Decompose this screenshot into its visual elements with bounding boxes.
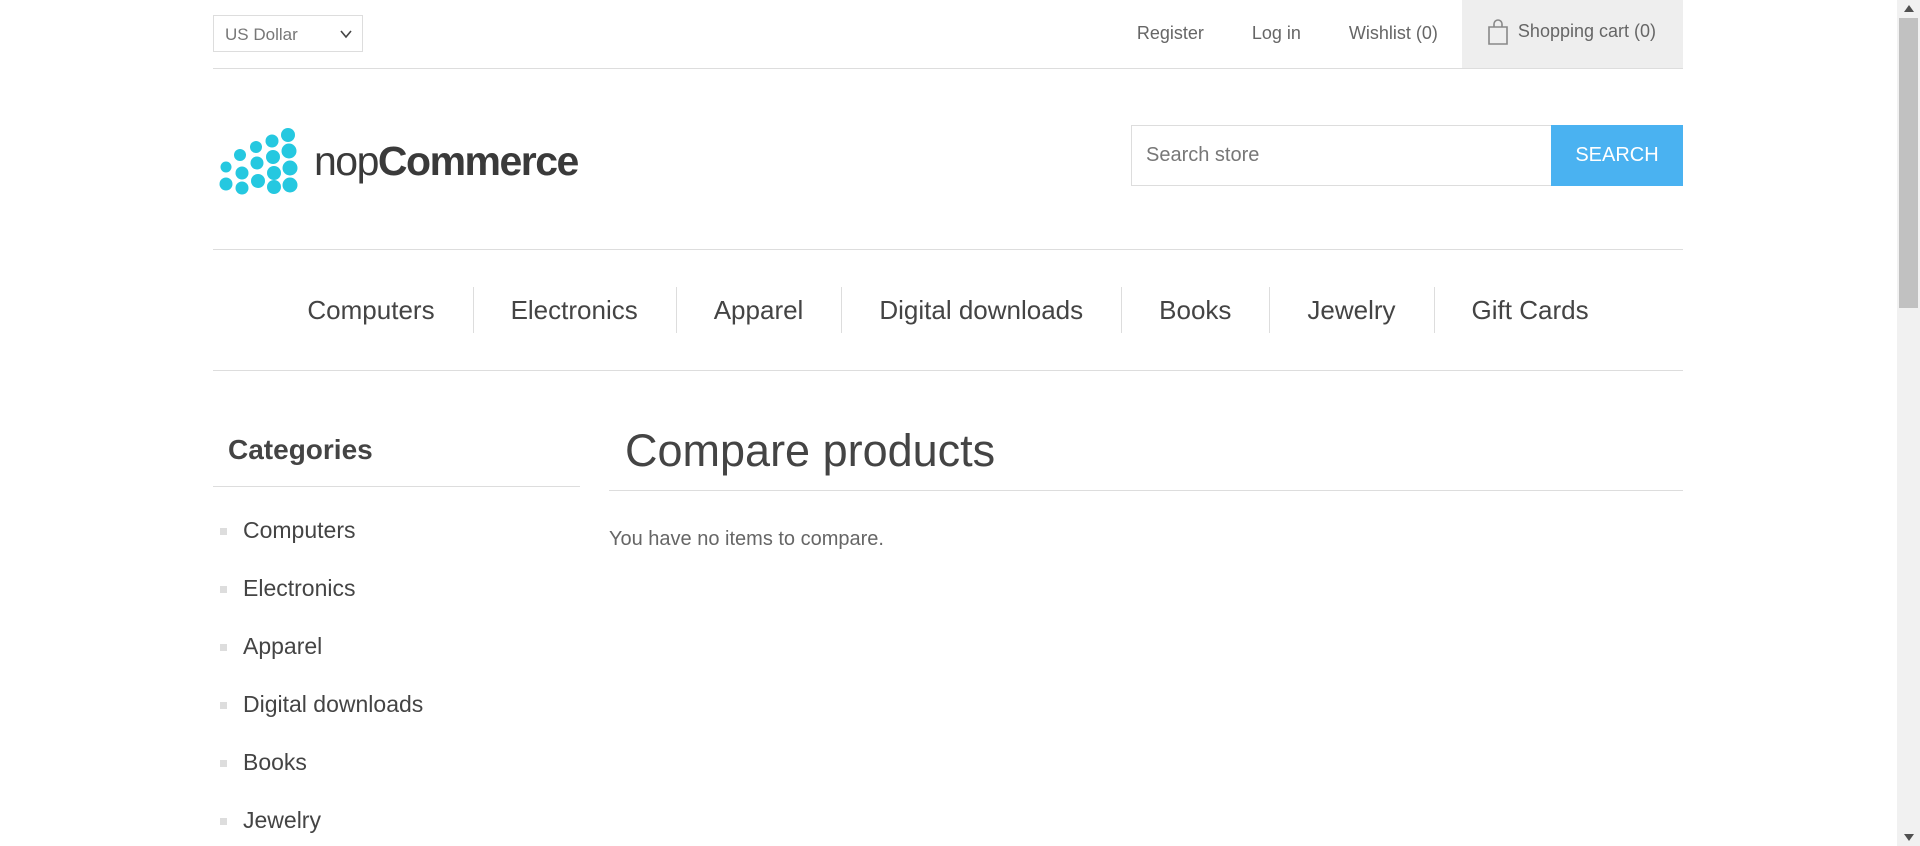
sidebar-item-digital-downloads[interactable]: Digital downloads xyxy=(213,681,580,739)
top-menu-item-gift-cards[interactable]: Gift Cards xyxy=(1433,287,1627,333)
logo-text-bold: Commerce xyxy=(377,137,579,184)
header-links-bar: US Dollar Register Log in Wishlist (0) S… xyxy=(213,0,1683,69)
header-lower: nopCommerce SEARCH xyxy=(213,69,1683,249)
chevron-down-icon xyxy=(340,30,352,39)
sidebar-item-label: Jewelry xyxy=(243,807,321,833)
top-menu-item-apparel[interactable]: Apparel xyxy=(675,287,842,333)
sidebar-item-label: Electronics xyxy=(243,575,356,601)
top-menu: Computers Electronics Apparel Digital do… xyxy=(213,249,1683,371)
top-menu-item-books[interactable]: Books xyxy=(1121,287,1269,333)
logo-text-light: nop xyxy=(314,137,379,184)
register-link[interactable]: Register xyxy=(1113,0,1228,68)
top-menu-item-computers[interactable]: Computers xyxy=(269,287,472,333)
sidebar-item-label: Apparel xyxy=(243,633,323,659)
top-menu-item-jewelry[interactable]: Jewelry xyxy=(1269,287,1433,333)
sidebar-item-label: Digital downloads xyxy=(243,691,424,717)
vertical-scrollbar[interactable] xyxy=(1897,0,1920,846)
currency-selected-value: US Dollar xyxy=(225,25,298,44)
main-content: Compare products You have no items to co… xyxy=(609,420,1683,551)
master-wrapper: US Dollar Register Log in Wishlist (0) S… xyxy=(213,0,1683,833)
search-input[interactable] xyxy=(1131,125,1551,186)
sidebar-item-computers[interactable]: Computers xyxy=(213,507,580,565)
top-menu-item-digital-downloads[interactable]: Digital downloads xyxy=(841,287,1121,333)
login-link[interactable]: Log in xyxy=(1228,0,1325,68)
sidebar-categories: Categories Computers Electronics Apparel… xyxy=(213,420,580,846)
store-logo[interactable]: nopCommerce xyxy=(216,126,596,196)
empty-compare-message: You have no items to compare. xyxy=(609,528,884,550)
scroll-up-arrow-icon[interactable] xyxy=(1897,0,1920,17)
top-menu-item-electronics[interactable]: Electronics xyxy=(472,287,676,333)
sidebar-item-apparel[interactable]: Apparel xyxy=(213,623,580,681)
sidebar-item-electronics[interactable]: Electronics xyxy=(213,565,580,623)
currency-selector[interactable]: US Dollar xyxy=(213,15,363,52)
bullet-icon xyxy=(220,702,227,709)
header-links: Register Log in Wishlist (0) Shopping ca… xyxy=(1113,0,1683,68)
category-list: Computers Electronics Apparel Digital do… xyxy=(213,487,580,846)
search-box: SEARCH xyxy=(1131,125,1683,186)
logo-dots-icon xyxy=(219,128,298,195)
logo-wordmark: nopCommerce xyxy=(314,137,579,185)
page-title: Compare products xyxy=(609,420,1683,491)
bullet-icon xyxy=(220,528,227,535)
scroll-down-arrow-icon[interactable] xyxy=(1897,829,1920,846)
wishlist-link[interactable]: Wishlist (0) xyxy=(1325,0,1462,68)
bullet-icon xyxy=(220,760,227,767)
shopping-cart-label: Shopping cart (0) xyxy=(1517,21,1656,41)
sidebar-item-label: Books xyxy=(243,749,307,775)
sidebar-title: Categories xyxy=(213,420,580,487)
sidebar-item-label: Computers xyxy=(243,517,356,543)
sidebar-item-books[interactable]: Books xyxy=(213,739,580,797)
scrollbar-thumb[interactable] xyxy=(1899,18,1918,308)
bullet-icon xyxy=(220,818,227,825)
shopping-bag-icon xyxy=(1488,19,1508,45)
sidebar-item-jewelry[interactable]: Jewelry xyxy=(213,797,580,846)
bullet-icon xyxy=(220,644,227,651)
shopping-cart-link[interactable]: Shopping cart (0) xyxy=(1461,0,1683,68)
search-button[interactable]: SEARCH xyxy=(1551,125,1683,186)
page: US Dollar Register Log in Wishlist (0) S… xyxy=(0,0,1920,846)
bullet-icon xyxy=(220,586,227,593)
